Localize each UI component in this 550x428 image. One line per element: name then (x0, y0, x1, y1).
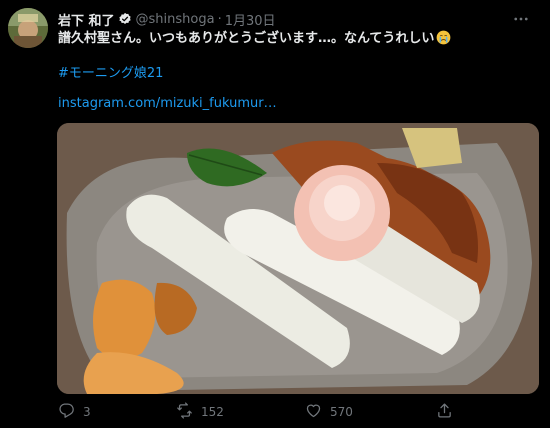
display-name[interactable]: 岩下 和了 (58, 10, 115, 29)
retweet-button[interactable]: 152 (176, 400, 224, 424)
like-button[interactable]: 570 (305, 400, 353, 424)
user-handle[interactable]: @shinshoga (136, 12, 215, 27)
reply-count: 3 (83, 405, 91, 419)
share-icon (436, 402, 461, 422)
avatar[interactable] (8, 8, 48, 48)
tweet-text-main: 譜久村聖さん。いつもありがとうございます…。なんてうれしい (58, 31, 435, 46)
verified-badge-icon (118, 12, 132, 26)
like-count: 570 (330, 405, 353, 419)
tweet-actions: 3 152 570 (58, 400, 530, 424)
tweet-text: 譜久村聖さん。いつもありがとうございます…。なんてうれしい (58, 30, 538, 51)
crying-face-emoji (436, 30, 451, 51)
tweet-card: 岩下 和了 @shinshoga · 1月30日 譜久村聖さん。いつもありがとう… (0, 0, 550, 428)
tweet-photo[interactable] (57, 123, 539, 394)
reply-button[interactable]: 3 (58, 400, 91, 424)
separator-dot: · (217, 11, 222, 27)
external-link[interactable]: instagram.com/mizuki_fukumur… (58, 96, 277, 111)
retweet-count: 152 (201, 405, 224, 419)
tweet-date[interactable]: 1月30日 (225, 10, 276, 29)
hashtag-link[interactable]: #モーニング娘21 (58, 62, 163, 81)
reply-icon (58, 402, 83, 422)
share-button[interactable] (436, 400, 461, 424)
heart-icon (305, 402, 330, 422)
more-horizontal-icon[interactable] (510, 8, 532, 30)
retweet-icon (176, 402, 201, 422)
tweet-header: 岩下 和了 @shinshoga · 1月30日 (58, 9, 540, 29)
